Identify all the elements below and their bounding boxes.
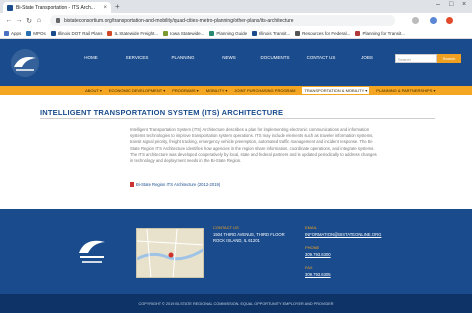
profile-avatar-icon[interactable] [446,17,453,24]
intro-paragraph: Intelligent Transportation System (ITS) … [130,127,377,164]
reload-icon[interactable]: ↻ [24,17,34,25]
search-input[interactable]: Search [395,54,437,63]
forward-icon[interactable]: → [14,17,24,24]
browser-tab-bar: Bi-State Transportation - ITS Arch... × … [0,0,472,13]
its-architecture-document-link[interactable]: Bi-State Region ITS Architecture (2012-2… [130,182,220,187]
bookmarks-bar: Apps MPOs Illinois DOT Rail Plans IL Statew… [0,28,472,39]
url-text: bistateconsortium.org/transportation-and… [64,17,294,24]
bookmark-star-icon[interactable] [412,17,419,24]
sub-nav-item[interactable]: Mobility ▾ [206,88,228,93]
main-nav-item[interactable]: Documents [252,55,298,60]
page-title: INTELLIGENT TRANSPORTATION SYSTEM (ITS) … [40,108,284,117]
phone-label: Phone [305,245,320,250]
main-navigation: Home Services Planning News Documents Contact… [68,55,390,60]
main-nav-item[interactable]: Planning [160,55,206,60]
sub-nav-item[interactable]: About ▾ [85,88,102,93]
main-nav-item[interactable]: Jobs [344,55,390,60]
fax-value: 309.793.6305 [305,272,331,277]
bi-state-logo-icon[interactable] [10,48,40,78]
bookmark-favicon-icon [50,30,56,36]
title-divider [40,118,435,119]
sub-nav-item[interactable]: Joint Purchasing Program [234,88,295,93]
fax-label: Fax [305,265,313,270]
bookmark-favicon-icon [209,30,215,36]
bookmark-item[interactable]: Iowa Statewide... [163,30,205,36]
site-footer: Contact Us 1504 Third Avenue, Third Floo… [0,209,472,294]
sub-nav-item[interactable]: Transportation & Mobility ▾ [302,87,370,94]
main-nav-item[interactable]: News [206,55,252,60]
bookmark-item[interactable]: Resources for Federal... [295,30,351,36]
bookmark-favicon-icon [252,30,258,36]
extension-icon[interactable] [430,17,437,24]
bookmark-favicon-icon [163,30,169,36]
bookmark-label: Planning for Transit... [362,30,405,36]
bookmark-item[interactable]: IL Statewide Freight... [107,30,159,36]
bookmark-item[interactable]: Planning for Transit... [355,30,405,36]
sub-navigation: About ▾ Economic Development ▾ Programs ▾ M… [0,86,472,95]
sub-nav-item[interactable]: Economic Development ▾ [109,88,165,93]
search-button[interactable]: Search [437,54,461,63]
sub-nav-item[interactable]: Programs ▾ [172,88,198,93]
url-field[interactable]: bistateconsortium.org/transportation-and… [50,15,395,26]
main-nav-item[interactable]: Services [114,55,160,60]
site-header: Home Services Planning News Documents Contact… [0,39,472,86]
bookmark-favicon-icon [107,30,113,36]
footer-logo-icon [79,240,105,263]
bookmark-label: MPOs [33,30,46,36]
address-bar-row: ← → ↻ ⌂ bistateconsortium.org/transporta… [0,13,472,28]
browser-tab[interactable]: Bi-State Transportation - ITS Arch... × [3,2,111,13]
back-icon[interactable]: ← [4,17,14,24]
bookmark-favicon-icon [4,30,9,36]
bookmark-label: Planning Guide [216,30,248,36]
maximize-icon[interactable]: □ [449,1,453,8]
site-favicon-icon [7,4,13,11]
close-window-icon[interactable]: × [462,1,466,8]
pdf-icon [130,182,134,187]
address-line-1: 1504 Third Avenue, Third Floor [213,232,285,237]
bookmark-favicon-icon [26,30,32,36]
bookmark-label: Apps [11,30,22,36]
tab-title: Bi-State Transportation - ITS Arch... [16,4,95,11]
bookmark-item[interactable]: MPOs [26,30,46,36]
bookmark-label: Illinois DOT Rail Plans [57,30,103,36]
map-pin-icon [168,252,174,258]
bookmark-item[interactable]: Apps [4,30,22,36]
address-label: Contact Us [213,225,239,230]
bookmark-label: IL Statewide Freight... [114,30,159,36]
close-tab-icon[interactable]: × [103,5,107,11]
bookmark-label: Resources for Federal... [302,30,351,36]
copyright-bar: Copyright © 2019 Bi-State Regional Commi… [0,294,472,313]
sub-nav-item[interactable]: Planning & Partnerships ▾ [376,88,435,93]
bookmark-item[interactable]: Planning Guide [209,30,248,36]
home-icon[interactable]: ⌂ [34,17,44,24]
new-tab-button[interactable]: + [115,2,120,11]
main-nav-item[interactable]: Home [68,55,114,60]
address-line-2: Rock Island, IL 61201 [213,238,260,243]
phone-link[interactable]: 309.793.6300 [305,252,331,257]
minimize-icon[interactable]: – [436,1,440,8]
bookmark-label: Illinois Transit... [259,30,291,36]
bookmark-item[interactable]: Illinois Transit... [252,30,291,36]
copyright-text: Copyright © 2019 Bi-State Regional Commi… [138,302,334,306]
email-label: Email [305,225,318,230]
bookmark-favicon-icon [355,30,361,36]
email-link[interactable]: information@bistateonline.org [305,232,381,237]
bookmark-favicon-icon [295,30,301,36]
main-nav-item[interactable]: Contact Us [298,55,344,60]
location-map[interactable] [136,228,204,278]
document-link-label[interactable]: Bi-State Region ITS Architecture (2012-2… [136,182,220,187]
lock-icon [56,18,60,23]
bookmark-label: Iowa Statewide... [170,30,205,36]
bookmark-item[interactable]: Illinois DOT Rail Plans [50,30,103,36]
